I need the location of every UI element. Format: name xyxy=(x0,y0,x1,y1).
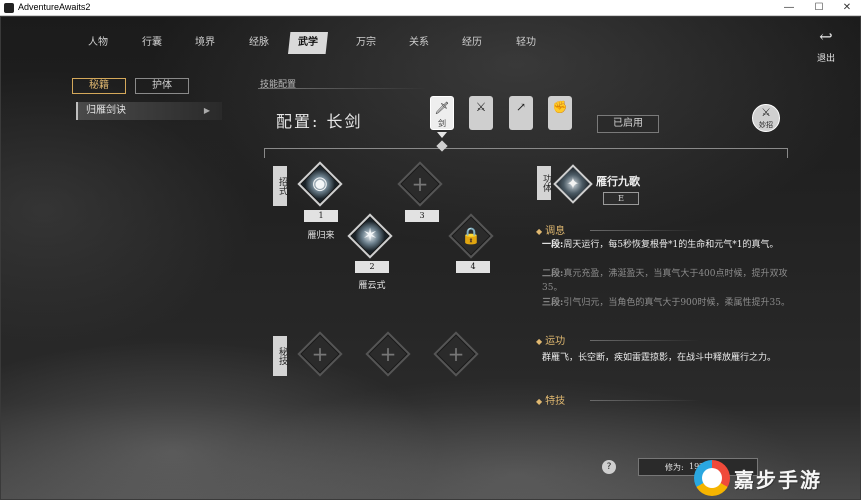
top-nav: 人物 行囊 境界 经脉 武学 万宗 关系 经历 轻功 xyxy=(78,32,558,54)
diamond-bullet-icon: ◆ xyxy=(536,397,543,406)
move-name: 雁归来 xyxy=(307,231,335,241)
vortex-icon: ◉ xyxy=(312,173,328,194)
burst-icon: ✶ xyxy=(362,225,378,246)
moves-label: 招式 xyxy=(273,166,287,206)
nav-item-meridian[interactable]: 经脉 xyxy=(239,32,279,54)
tips-button[interactable]: ⚔ 妙招 xyxy=(752,104,780,132)
diamond-bullet-icon: ◆ xyxy=(536,227,543,236)
section-heading-tune: ◆ 调息 xyxy=(536,222,565,237)
selected-caret-icon xyxy=(437,132,447,138)
fist-icon: ✊ xyxy=(552,100,568,114)
config-title: 配置: 长剑 xyxy=(276,112,363,131)
move-slot-number: 3 xyxy=(405,210,439,222)
watermark-text: 嘉步手游 xyxy=(734,468,822,492)
exit-button[interactable]: ↩ 退出 xyxy=(806,27,846,65)
nav-item-relations[interactable]: 关系 xyxy=(399,32,439,54)
move-slot-1[interactable]: ◉ xyxy=(297,161,343,207)
window-title: AdventureAwaits2 xyxy=(18,2,91,12)
lock-icon: 🔒 xyxy=(461,226,481,245)
enabled-button[interactable]: 已启用 xyxy=(597,115,659,133)
move-name: 雁云式 xyxy=(358,281,386,291)
divider-diamond-icon xyxy=(436,140,448,152)
power-label: 功体 xyxy=(537,166,551,200)
divider xyxy=(590,340,700,341)
section-title: 调息 xyxy=(545,226,566,237)
sword-icon: 🗡 xyxy=(434,101,450,115)
blade-icon: ⚔ xyxy=(475,100,487,114)
star-burst-icon: ✦ xyxy=(566,174,580,193)
stage-paragraph: 一段:周天运行，每5秒恢复根骨*1的生命和元气*1的真气。 xyxy=(542,238,790,252)
stage-label: 二段: xyxy=(542,269,564,279)
stage-text: 真元充盈，沸涎盈天，当真气大于400点时候，提升双攻35。 xyxy=(542,269,788,293)
skill-list-item[interactable]: 归雁剑诀 ▶ xyxy=(76,102,222,120)
stage-label: 一段: xyxy=(542,240,564,250)
tab-body-protection[interactable]: 护体 xyxy=(135,78,189,94)
weapon-slot-blade[interactable]: ⚔ xyxy=(469,96,493,130)
nav-item-martial-arts[interactable]: 武学 xyxy=(288,32,328,54)
stage-paragraph: 二段:真元充盈，沸涎盈天，当真气大于400点时候，提升双攻35。 xyxy=(542,267,790,295)
secret-slot-3[interactable]: + xyxy=(433,331,479,377)
nav-item-realm[interactable]: 境界 xyxy=(185,32,225,54)
divider xyxy=(258,88,428,89)
section-heading-special: ◆ 特技 xyxy=(536,392,565,407)
nav-item-bag[interactable]: 行囊 xyxy=(132,32,172,54)
stage-paragraph: 三段:引气归元，当角色的真气大于900时候，柔属性提升35。 xyxy=(542,296,790,310)
maximize-button[interactable]: ☐ xyxy=(808,1,830,15)
section-title: 特技 xyxy=(545,396,566,407)
skill-list-item-label: 归雁剑诀 xyxy=(86,105,126,116)
plus-icon: + xyxy=(379,342,397,366)
nav-item-lightness-skill[interactable]: 轻功 xyxy=(506,32,546,54)
nav-item-history[interactable]: 经历 xyxy=(452,32,492,54)
stage-text: 周天运行，每5秒恢复根骨*1的生命和元气*1的真气。 xyxy=(563,240,779,250)
move-slot-number: 2 xyxy=(355,261,389,273)
secret-slot-2[interactable]: + xyxy=(365,331,411,377)
plus-icon: + xyxy=(447,342,465,366)
weapon-slot-label: 剑 xyxy=(438,119,446,128)
move-slot-number: 1 xyxy=(304,210,338,222)
move-slot-4[interactable]: 🔒 xyxy=(448,213,494,259)
technique-icon: ✦ xyxy=(553,164,593,204)
weapon-slot-spear[interactable]: ↗ xyxy=(509,96,533,130)
stage-label: 三段: xyxy=(542,298,564,308)
crossed-swords-icon: ⚔ xyxy=(761,106,771,119)
window-titlebar: AdventureAwaits2 — ☐ ✕ xyxy=(0,0,861,16)
tab-secret-manuals[interactable]: 秘籍 xyxy=(72,78,126,94)
watermark-logo-icon xyxy=(694,460,730,496)
plus-icon: + xyxy=(311,342,329,366)
secret-slot-1[interactable]: + xyxy=(297,331,343,377)
technique-title: 雁行九歌 xyxy=(596,175,640,188)
chevron-right-icon: ▶ xyxy=(203,106,210,115)
cultivation-label: 修为: xyxy=(665,463,684,472)
exit-label: 退出 xyxy=(816,54,835,64)
nav-item-character[interactable]: 人物 xyxy=(78,32,118,54)
config-divider xyxy=(264,148,788,158)
weapon-slot-fist[interactable]: ✊ xyxy=(548,96,572,130)
spear-icon: ↗ xyxy=(515,100,527,114)
divider xyxy=(590,230,700,231)
diamond-bullet-icon: ◆ xyxy=(536,337,543,346)
divider xyxy=(590,400,700,401)
app-icon xyxy=(4,3,14,13)
frame xyxy=(0,16,861,500)
weapon-slot-sword[interactable]: 🗡 剑 xyxy=(430,96,454,130)
tips-label: 妙招 xyxy=(759,121,773,129)
secret-moves-label: 秘技 xyxy=(273,336,287,376)
motion-description: 群雁飞，长空断，疾如雷霆掠影，在战斗中释放雁行之力。 xyxy=(542,353,777,363)
minimize-button[interactable]: — xyxy=(778,1,800,15)
move-slot-number: 4 xyxy=(456,261,490,273)
section-heading-motion: ◆ 运功 xyxy=(536,332,565,347)
move-slot-3[interactable]: + xyxy=(397,161,443,207)
move-slot-2[interactable]: ✶ xyxy=(347,213,393,259)
nav-item-sects[interactable]: 万宗 xyxy=(346,32,386,54)
stage-text: 引气归元，当角色的真气大于900时候，柔属性提升35。 xyxy=(563,298,790,308)
section-title: 运功 xyxy=(545,336,566,347)
technique-grade: E xyxy=(603,192,639,205)
close-button[interactable]: ✕ xyxy=(836,1,858,15)
game-viewport: 人物 行囊 境界 经脉 武学 万宗 关系 经历 轻功 ↩ 退出 秘籍 护体 归雁… xyxy=(0,16,861,500)
help-icon[interactable]: ? xyxy=(602,460,616,474)
plus-icon: + xyxy=(411,172,429,196)
return-icon: ↩ xyxy=(819,27,833,46)
